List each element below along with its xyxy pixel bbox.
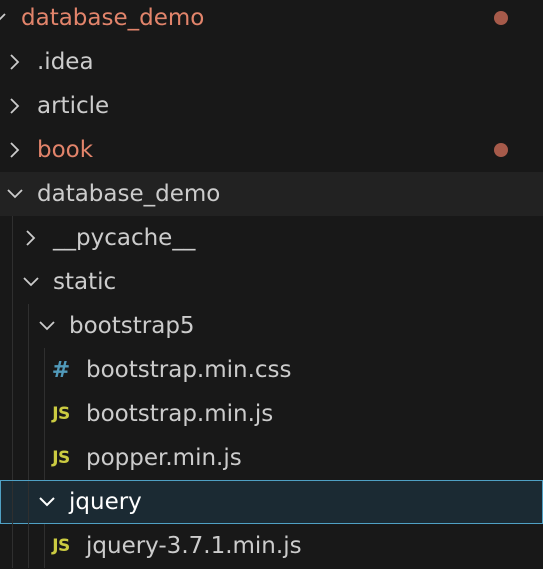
indent-guide — [28, 436, 29, 480]
chevron-down-icon — [35, 304, 59, 348]
tree-item-jquery-min-js[interactable]: JS jquery-3.7.1.min.js — [0, 524, 543, 568]
indent-guide — [12, 524, 13, 568]
tree-item-label: database_demo — [21, 5, 205, 31]
tree-item-label: bootstrap.min.css — [86, 357, 292, 383]
indent-guide — [12, 216, 13, 260]
js-icon: JS — [52, 536, 70, 556]
indent-guide — [44, 392, 45, 436]
indent-guide — [12, 392, 13, 436]
tree-item-article-folder[interactable]: article — [0, 84, 543, 128]
chevron-right-icon — [3, 84, 27, 128]
indent-guide — [12, 260, 13, 304]
indent-guide — [28, 348, 29, 392]
css-hash-icon: # — [51, 357, 71, 383]
tree-item-book-folder[interactable]: book — [0, 128, 543, 172]
chevron-down-icon — [35, 480, 59, 524]
tree-item-bootstrap5-folder[interactable]: bootstrap5 — [0, 304, 543, 348]
tree-item-static-folder[interactable]: static — [0, 260, 543, 304]
indent-guide — [12, 304, 13, 348]
indent-guide — [28, 524, 29, 568]
tree-item-bootstrap-min-js[interactable]: JS bootstrap.min.js — [0, 392, 543, 436]
indent-guide — [44, 436, 45, 480]
tree-item-label: bootstrap.min.js — [86, 401, 274, 427]
modified-indicator-dot — [494, 143, 508, 157]
js-icon: JS — [52, 448, 70, 468]
tree-item-label: jquery-3.7.1.min.js — [86, 533, 302, 559]
indent-guide — [28, 392, 29, 436]
tree-item-label: static — [53, 269, 117, 295]
indent-guide — [44, 524, 45, 568]
tree-item-idea-folder[interactable]: .idea — [0, 40, 543, 84]
tree-item-label: book — [37, 137, 94, 163]
indent-guide — [28, 304, 29, 348]
tree-item-jquery-folder[interactable]: jquery — [0, 480, 543, 525]
tree-item-label: database_demo — [37, 181, 221, 207]
tree-item-database-demo-folder[interactable]: database_demo — [0, 172, 543, 216]
tree-item-pycache-folder[interactable]: __pycache__ — [0, 216, 543, 260]
tree-item-label: bootstrap5 — [69, 313, 195, 339]
chevron-down-icon — [0, 0, 10, 40]
modified-indicator-dot — [494, 11, 508, 25]
indent-guide — [12, 348, 13, 392]
chevron-right-icon — [3, 128, 27, 172]
indent-guide — [12, 436, 13, 480]
indent-guide — [12, 481, 13, 525]
tree-root-database-demo[interactable]: database_demo — [0, 0, 543, 40]
file-explorer-tree: database_demo .idea article book databas… — [0, 0, 543, 569]
tree-item-label: popper.min.js — [86, 445, 242, 471]
chevron-down-icon — [3, 172, 27, 216]
indent-guide — [28, 481, 29, 525]
tree-item-label: __pycache__ — [53, 225, 196, 251]
chevron-right-icon — [19, 216, 43, 260]
tree-item-label: .idea — [37, 49, 94, 75]
chevron-down-icon — [19, 260, 43, 304]
chevron-right-icon — [3, 40, 27, 84]
tree-item-popper-min-js[interactable]: JS popper.min.js — [0, 436, 543, 480]
tree-item-label: jquery — [69, 489, 142, 515]
indent-guide — [44, 348, 45, 392]
js-icon: JS — [52, 404, 70, 424]
tree-item-label: article — [37, 93, 110, 119]
tree-item-bootstrap-min-css[interactable]: # bootstrap.min.css — [0, 348, 543, 392]
